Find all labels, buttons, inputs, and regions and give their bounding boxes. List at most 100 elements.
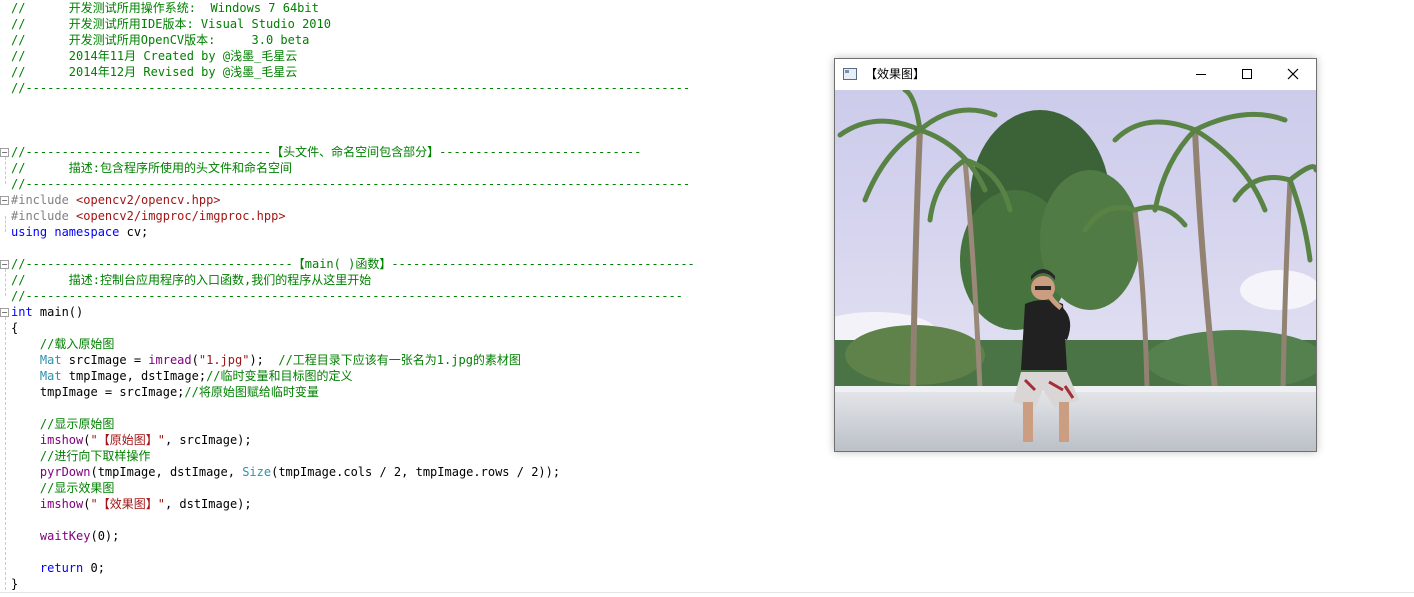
code-token: "1.jpg"	[198, 353, 250, 367]
editor-bottom-border	[0, 592, 1414, 593]
code-token: srcImage =	[68, 353, 149, 367]
code-token: );	[249, 353, 279, 367]
code-token: //将原始图赋给临时变量	[184, 385, 319, 399]
fold-toggle[interactable]: −	[0, 148, 9, 157]
code-line: imshow("【效果图】", dstImage);	[11, 496, 252, 512]
code-line: Mat tmpImage, dstImage;//临时变量和目标图的定义	[11, 368, 353, 384]
fold-toggle[interactable]: −	[0, 196, 9, 205]
code-token: // 描述:控制台应用程序的入口函数,我们的程序从这里开始	[11, 273, 372, 287]
code-token: int	[11, 305, 40, 319]
code-token: Mat	[11, 369, 69, 383]
code-line: waitKey(0);	[11, 528, 120, 544]
code-token: //进行向下取样操作	[11, 449, 151, 463]
code-token: // 开发测试所用OpenCV版本: 3.0 beta	[11, 33, 310, 47]
image-display	[835, 90, 1316, 451]
code-token: (0);	[90, 529, 120, 543]
minimize-button[interactable]	[1178, 59, 1224, 89]
code-token: #include	[11, 193, 77, 207]
code-token: //--------------------------------------…	[11, 177, 691, 191]
code-line: imshow("【原始图】", srcImage);	[11, 432, 252, 448]
code-line: #include <opencv2/imgproc/imgproc.hpp>	[11, 208, 286, 224]
code-token: waitKey	[11, 529, 91, 543]
code-token: "【效果图】"	[90, 497, 165, 511]
minimize-icon	[1196, 74, 1206, 75]
code-token: (tmpImage.cols / 2, tmpImage.rows / 2));	[271, 465, 561, 479]
code-line: return 0;	[11, 560, 105, 576]
code-token: tmpImage, dstImage;	[68, 369, 207, 383]
code-token: // 2014年12月 Revised by @浅墨_毛星云	[11, 65, 298, 79]
code-line: tmpImage = srcImage;//将原始图赋给临时变量	[11, 384, 319, 400]
code-token: // 开发测试所用操作系统: Windows 7 64bit	[11, 1, 319, 15]
code-line: // 开发测试所用OpenCV版本: 3.0 beta	[11, 32, 309, 48]
code-token: , dstImage);	[164, 497, 252, 511]
code-token: imshow	[11, 497, 84, 511]
code-line: // 2014年12月 Revised by @浅墨_毛星云	[11, 64, 297, 80]
maximize-icon	[1242, 69, 1252, 79]
code-line: //显示原始图	[11, 416, 114, 432]
code-token: using namespace	[11, 225, 127, 239]
fold-toggle[interactable]: −	[0, 260, 9, 269]
code-token: tmpImage = srcImage;	[11, 385, 185, 399]
code-token: //工程目录下应该有一张名为1.jpg的素材图	[278, 353, 521, 367]
maximize-button[interactable]	[1224, 59, 1270, 89]
code-token: //--------------------------------------…	[11, 81, 691, 95]
code-token: //----------------------------------【头文件…	[11, 145, 642, 159]
code-editor[interactable]: // 开发测试所用操作系统: Windows 7 64bit // 开发测试所用I…	[0, 0, 1414, 597]
close-button[interactable]	[1270, 59, 1316, 89]
code-line: pyrDown(tmpImage, dstImage, Size(tmpImag…	[11, 464, 560, 480]
code-token: cv;	[126, 225, 149, 239]
code-line: {	[11, 320, 18, 336]
code-line: // 描述:包含程序所使用的头文件和命名空间	[11, 160, 292, 176]
code-token: //显示效果图	[11, 481, 115, 495]
close-icon	[1287, 68, 1299, 80]
code-line: }	[11, 576, 18, 592]
code-line: //进行向下取样操作	[11, 448, 150, 464]
code-token: //临时变量和目标图的定义	[206, 369, 353, 383]
code-line: int main()	[11, 304, 83, 320]
code-line: //-------------------------------------【…	[11, 256, 695, 272]
code-token: imshow	[11, 433, 84, 447]
window-title: 【效果图】	[865, 67, 926, 81]
code-token: //显示原始图	[11, 417, 115, 431]
fold-guide	[5, 216, 6, 232]
code-token: #include	[11, 209, 77, 223]
code-token: // 描述:包含程序所使用的头文件和命名空间	[11, 161, 293, 175]
code-line: //载入原始图	[11, 336, 114, 352]
code-line: //----------------------------------【头文件…	[11, 144, 641, 160]
code-line: // 描述:控制台应用程序的入口函数,我们的程序从这里开始	[11, 272, 371, 288]
code-line: #include <opencv2/opencv.hpp>	[11, 192, 221, 208]
code-line: // 开发测试所用IDE版本: Visual Studio 2010	[11, 16, 331, 32]
code-token: imread	[148, 353, 192, 367]
code-token: Mat	[11, 353, 69, 367]
code-line: //--------------------------------------…	[11, 176, 690, 192]
code-token: //载入原始图	[11, 337, 115, 351]
code-line: // 开发测试所用操作系统: Windows 7 64bit	[11, 0, 319, 16]
photo-of-person-sitting-on-wall	[835, 90, 1316, 451]
code-token: Size	[242, 465, 272, 479]
code-token: <opencv2/imgproc/imgproc.hpp>	[76, 209, 286, 223]
code-token: , srcImage);	[164, 433, 252, 447]
code-line: Mat srcImage = imread("1.jpg"); //工程目录下应…	[11, 352, 521, 368]
code-token: (tmpImage, dstImage,	[90, 465, 243, 479]
code-token: // 开发测试所用IDE版本: Visual Studio 2010	[11, 17, 331, 31]
code-token: //--------------------------------------…	[11, 289, 683, 303]
fold-guide	[5, 312, 6, 590]
window-app-icon	[843, 68, 857, 80]
opencv-image-window[interactable]: 【效果图】	[834, 58, 1317, 452]
code-line: //--------------------------------------…	[11, 288, 683, 304]
code-token: {	[11, 321, 19, 335]
code-token: //-------------------------------------【…	[11, 257, 695, 271]
code-line: //显示效果图	[11, 480, 114, 496]
code-token: <opencv2/opencv.hpp>	[76, 193, 221, 207]
window-titlebar[interactable]: 【效果图】	[835, 59, 1316, 89]
code-token: (	[191, 353, 199, 367]
code-line: //--------------------------------------…	[11, 80, 690, 96]
code-token: main()	[39, 305, 84, 319]
code-line: using namespace cv;	[11, 224, 148, 240]
code-token: return	[11, 561, 91, 575]
code-line: // 2014年11月 Created by @浅墨_毛星云	[11, 48, 297, 64]
code-token: pyrDown	[11, 465, 91, 479]
code-token: 0;	[90, 561, 105, 575]
code-token: // 2014年11月 Created by @浅墨_毛星云	[11, 49, 298, 63]
fold-toggle[interactable]: −	[0, 308, 9, 317]
